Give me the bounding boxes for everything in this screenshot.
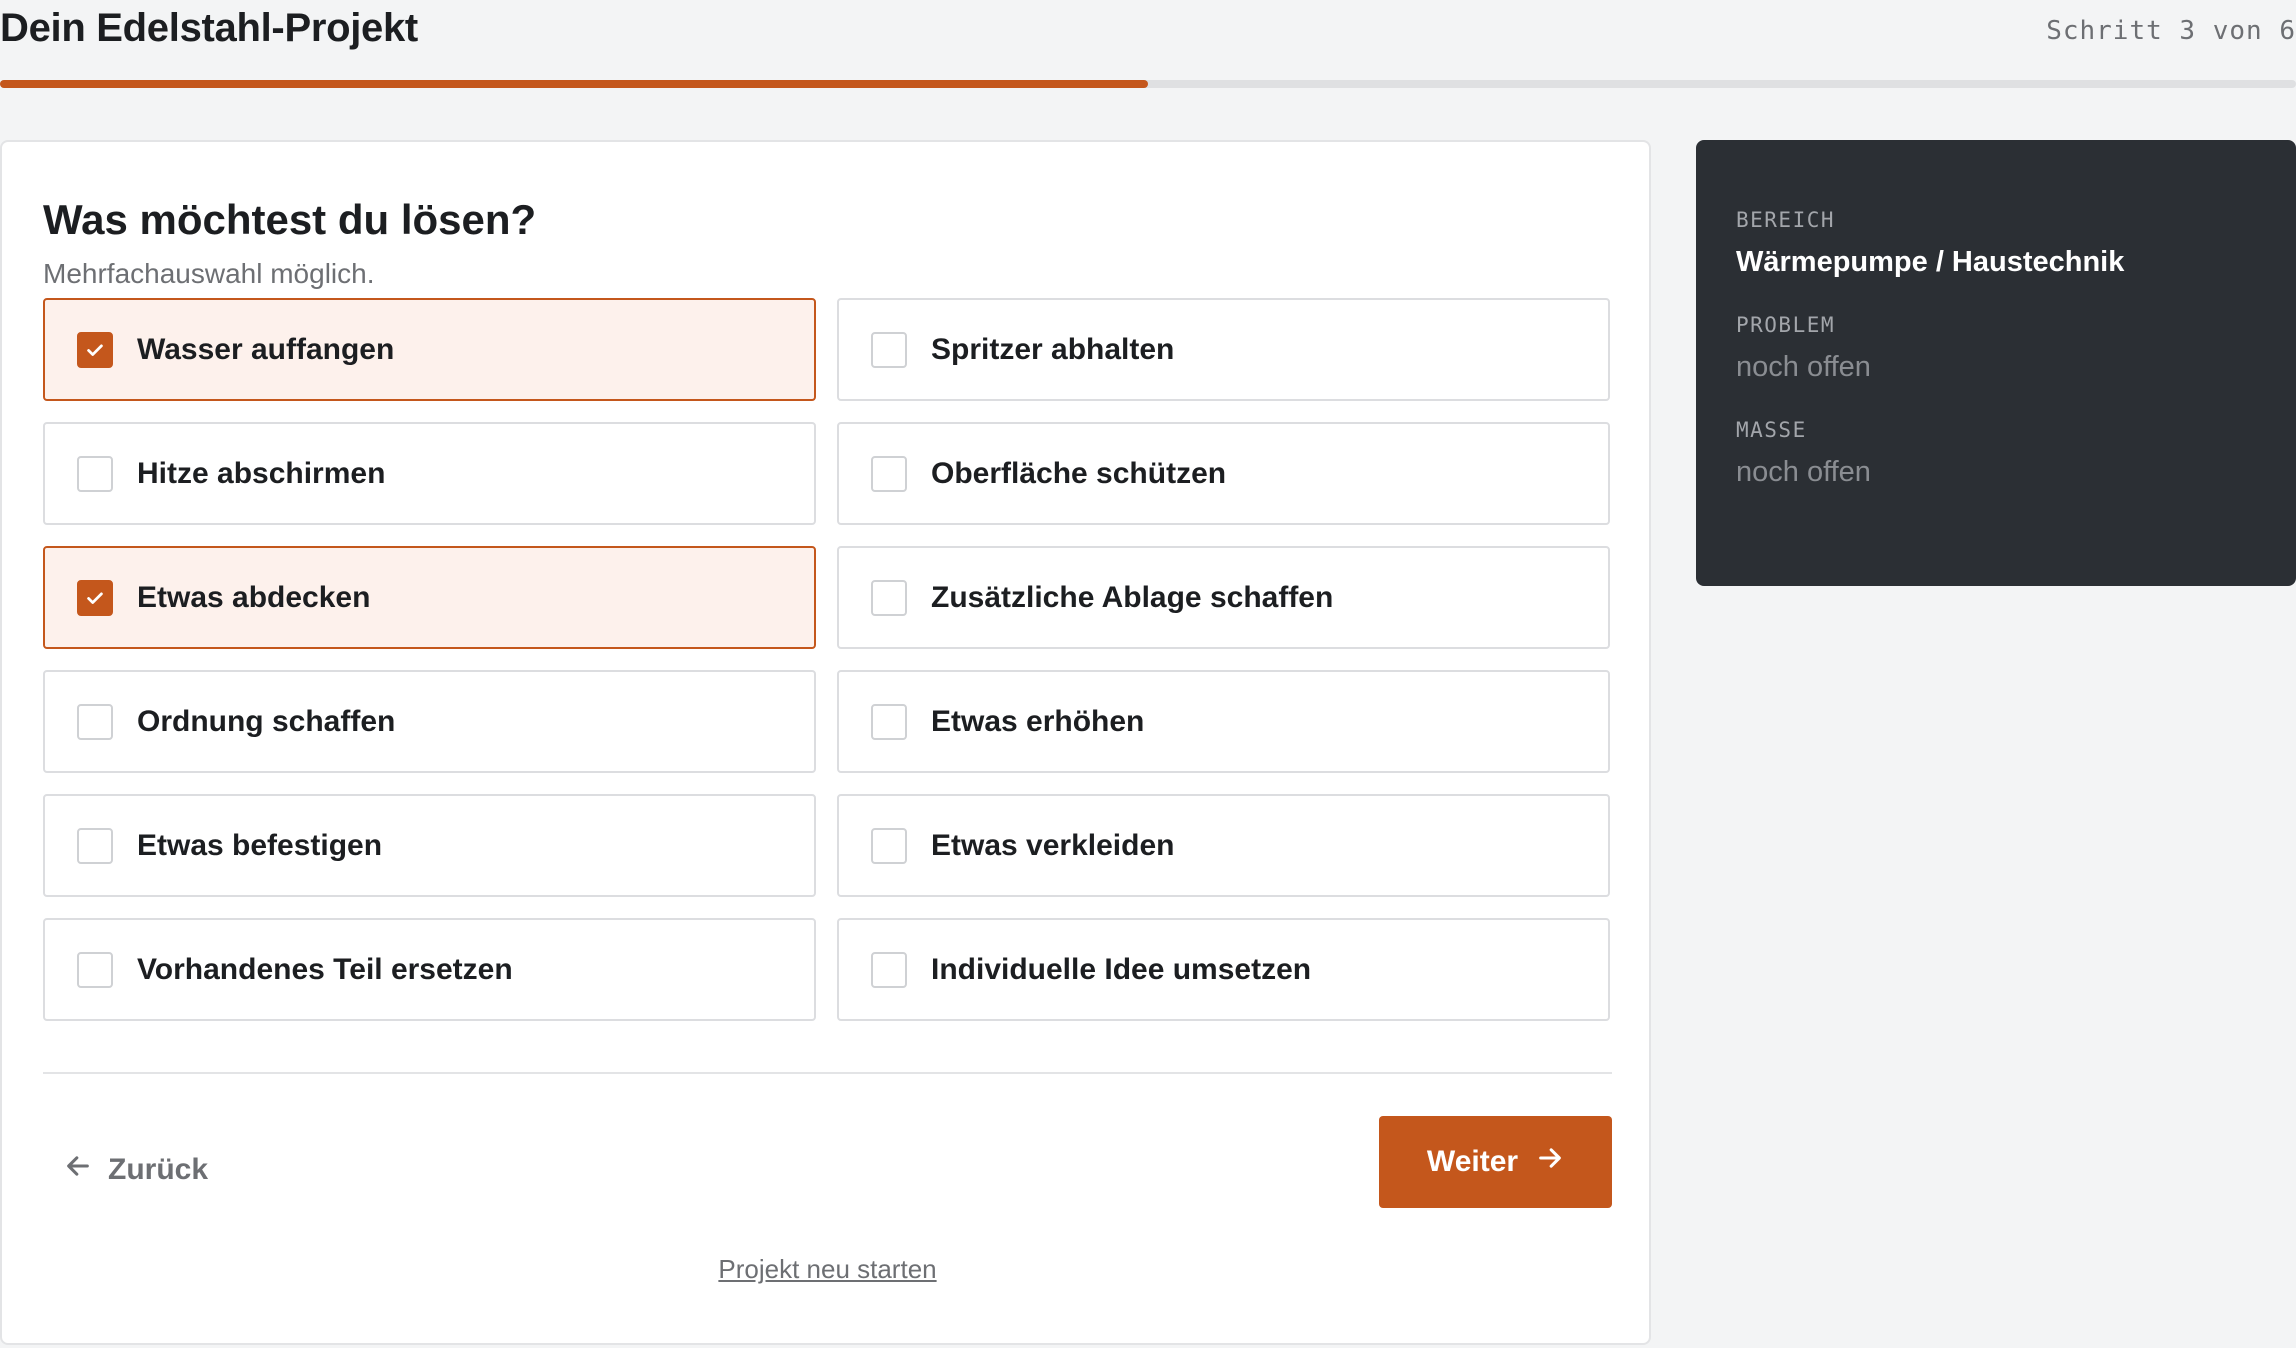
summary-problem-value: noch offen bbox=[1736, 351, 1871, 383]
next-button-label: Weiter bbox=[1426, 1145, 1519, 1178]
arrow-left-icon bbox=[64, 1152, 92, 1188]
option-label: Oberfläche schützen bbox=[931, 456, 1227, 490]
summary-measures-value: noch offen bbox=[1736, 456, 1871, 488]
checkbox[interactable] bbox=[871, 827, 907, 864]
next-button[interactable]: Weiter bbox=[1379, 1116, 1612, 1208]
summary-measures: MASSE noch offen bbox=[1736, 418, 2256, 489]
progress-bar-fill bbox=[0, 80, 1148, 88]
options-grid: Wasser auffangen Spritzer abhalten Hitze a… bbox=[43, 298, 1612, 1021]
summary-panel: BEREICH Wärmepumpe / Haustechnik PROBLEM… bbox=[1696, 140, 2296, 586]
option-label: Wasser auffangen bbox=[137, 332, 395, 366]
checkbox[interactable] bbox=[77, 455, 113, 492]
arrow-right-icon bbox=[1536, 1144, 1564, 1180]
checkbox[interactable] bbox=[77, 827, 113, 864]
checkmark-icon bbox=[87, 344, 103, 356]
summary-problem: PROBLEM noch offen bbox=[1736, 313, 2256, 384]
checkbox[interactable] bbox=[77, 703, 113, 740]
option-tile[interactable]: Etwas abdecken bbox=[43, 546, 816, 649]
summary-area-value: Wärmepumpe / Haustechnik bbox=[1736, 246, 2125, 278]
option-label: Vorhandenes Teil ersetzen bbox=[137, 952, 513, 986]
back-button-label: Zurück bbox=[108, 1153, 209, 1186]
option-tile[interactable]: Etwas verkleiden bbox=[837, 794, 1610, 897]
option-tile[interactable]: Vorhandenes Teil ersetzen bbox=[43, 918, 816, 1021]
option-label: Hitze abschirmen bbox=[137, 456, 386, 490]
option-tile[interactable]: Individuelle Idee umsetzen bbox=[837, 918, 1610, 1021]
checkbox[interactable] bbox=[871, 951, 907, 988]
summary-measures-label: MASSE bbox=[1736, 418, 1807, 442]
question-title: Was möchtest du lösen? bbox=[43, 196, 537, 243]
option-tile[interactable]: Zusätzliche Ablage schaffen bbox=[837, 546, 1610, 649]
option-tile[interactable]: Wasser auffangen bbox=[43, 298, 816, 401]
progress-bar bbox=[0, 80, 2296, 88]
option-tile[interactable]: Etwas befestigen bbox=[43, 794, 816, 897]
option-tile[interactable]: Etwas erhöhen bbox=[837, 670, 1610, 773]
option-label: Etwas befestigen bbox=[137, 828, 383, 862]
summary-problem-label: PROBLEM bbox=[1736, 313, 1836, 337]
checkbox[interactable] bbox=[77, 331, 113, 368]
summary-area: BEREICH Wärmepumpe / Haustechnik bbox=[1736, 208, 2256, 279]
question-hint: Mehrfachauswahl möglich. bbox=[43, 258, 375, 289]
option-tile[interactable]: Hitze abschirmen bbox=[43, 422, 816, 525]
page-title: Dein Edelstahl-Projekt bbox=[0, 6, 418, 50]
option-label: Etwas verkleiden bbox=[931, 828, 1175, 862]
option-tile[interactable]: Oberfläche schützen bbox=[837, 422, 1610, 525]
option-tile[interactable]: Ordnung schaffen bbox=[43, 670, 816, 773]
checkmark-icon bbox=[87, 592, 103, 604]
option-label: Ordnung schaffen bbox=[137, 704, 396, 738]
checkbox[interactable] bbox=[871, 455, 907, 492]
checkbox[interactable] bbox=[871, 331, 907, 368]
header: Dein Edelstahl-Projekt Schritt 3 von 6 bbox=[0, 0, 2296, 90]
option-label: Spritzer abhalten bbox=[931, 332, 1175, 366]
checkbox[interactable] bbox=[77, 579, 113, 616]
checkbox[interactable] bbox=[871, 579, 907, 616]
summary-area-label: BEREICH bbox=[1736, 208, 1836, 232]
divider bbox=[43, 1072, 1612, 1074]
option-tile[interactable]: Spritzer abhalten bbox=[837, 298, 1610, 401]
option-label: Etwas erhöhen bbox=[931, 704, 1145, 738]
restart-project-link[interactable]: Projekt neu starten bbox=[2, 1254, 1653, 1285]
back-button[interactable]: Zurück bbox=[64, 1142, 208, 1198]
option-label: Individuelle Idee umsetzen bbox=[931, 952, 1312, 986]
option-label: Zusätzliche Ablage schaffen bbox=[931, 580, 1334, 614]
question-card: Was möchtest du lösen? Mehrfachauswahl m… bbox=[0, 140, 1651, 1345]
checkbox[interactable] bbox=[77, 951, 113, 988]
checkbox[interactable] bbox=[871, 703, 907, 740]
step-indicator: Schritt 3 von 6 bbox=[2046, 16, 2296, 46]
option-label: Etwas abdecken bbox=[137, 580, 371, 614]
